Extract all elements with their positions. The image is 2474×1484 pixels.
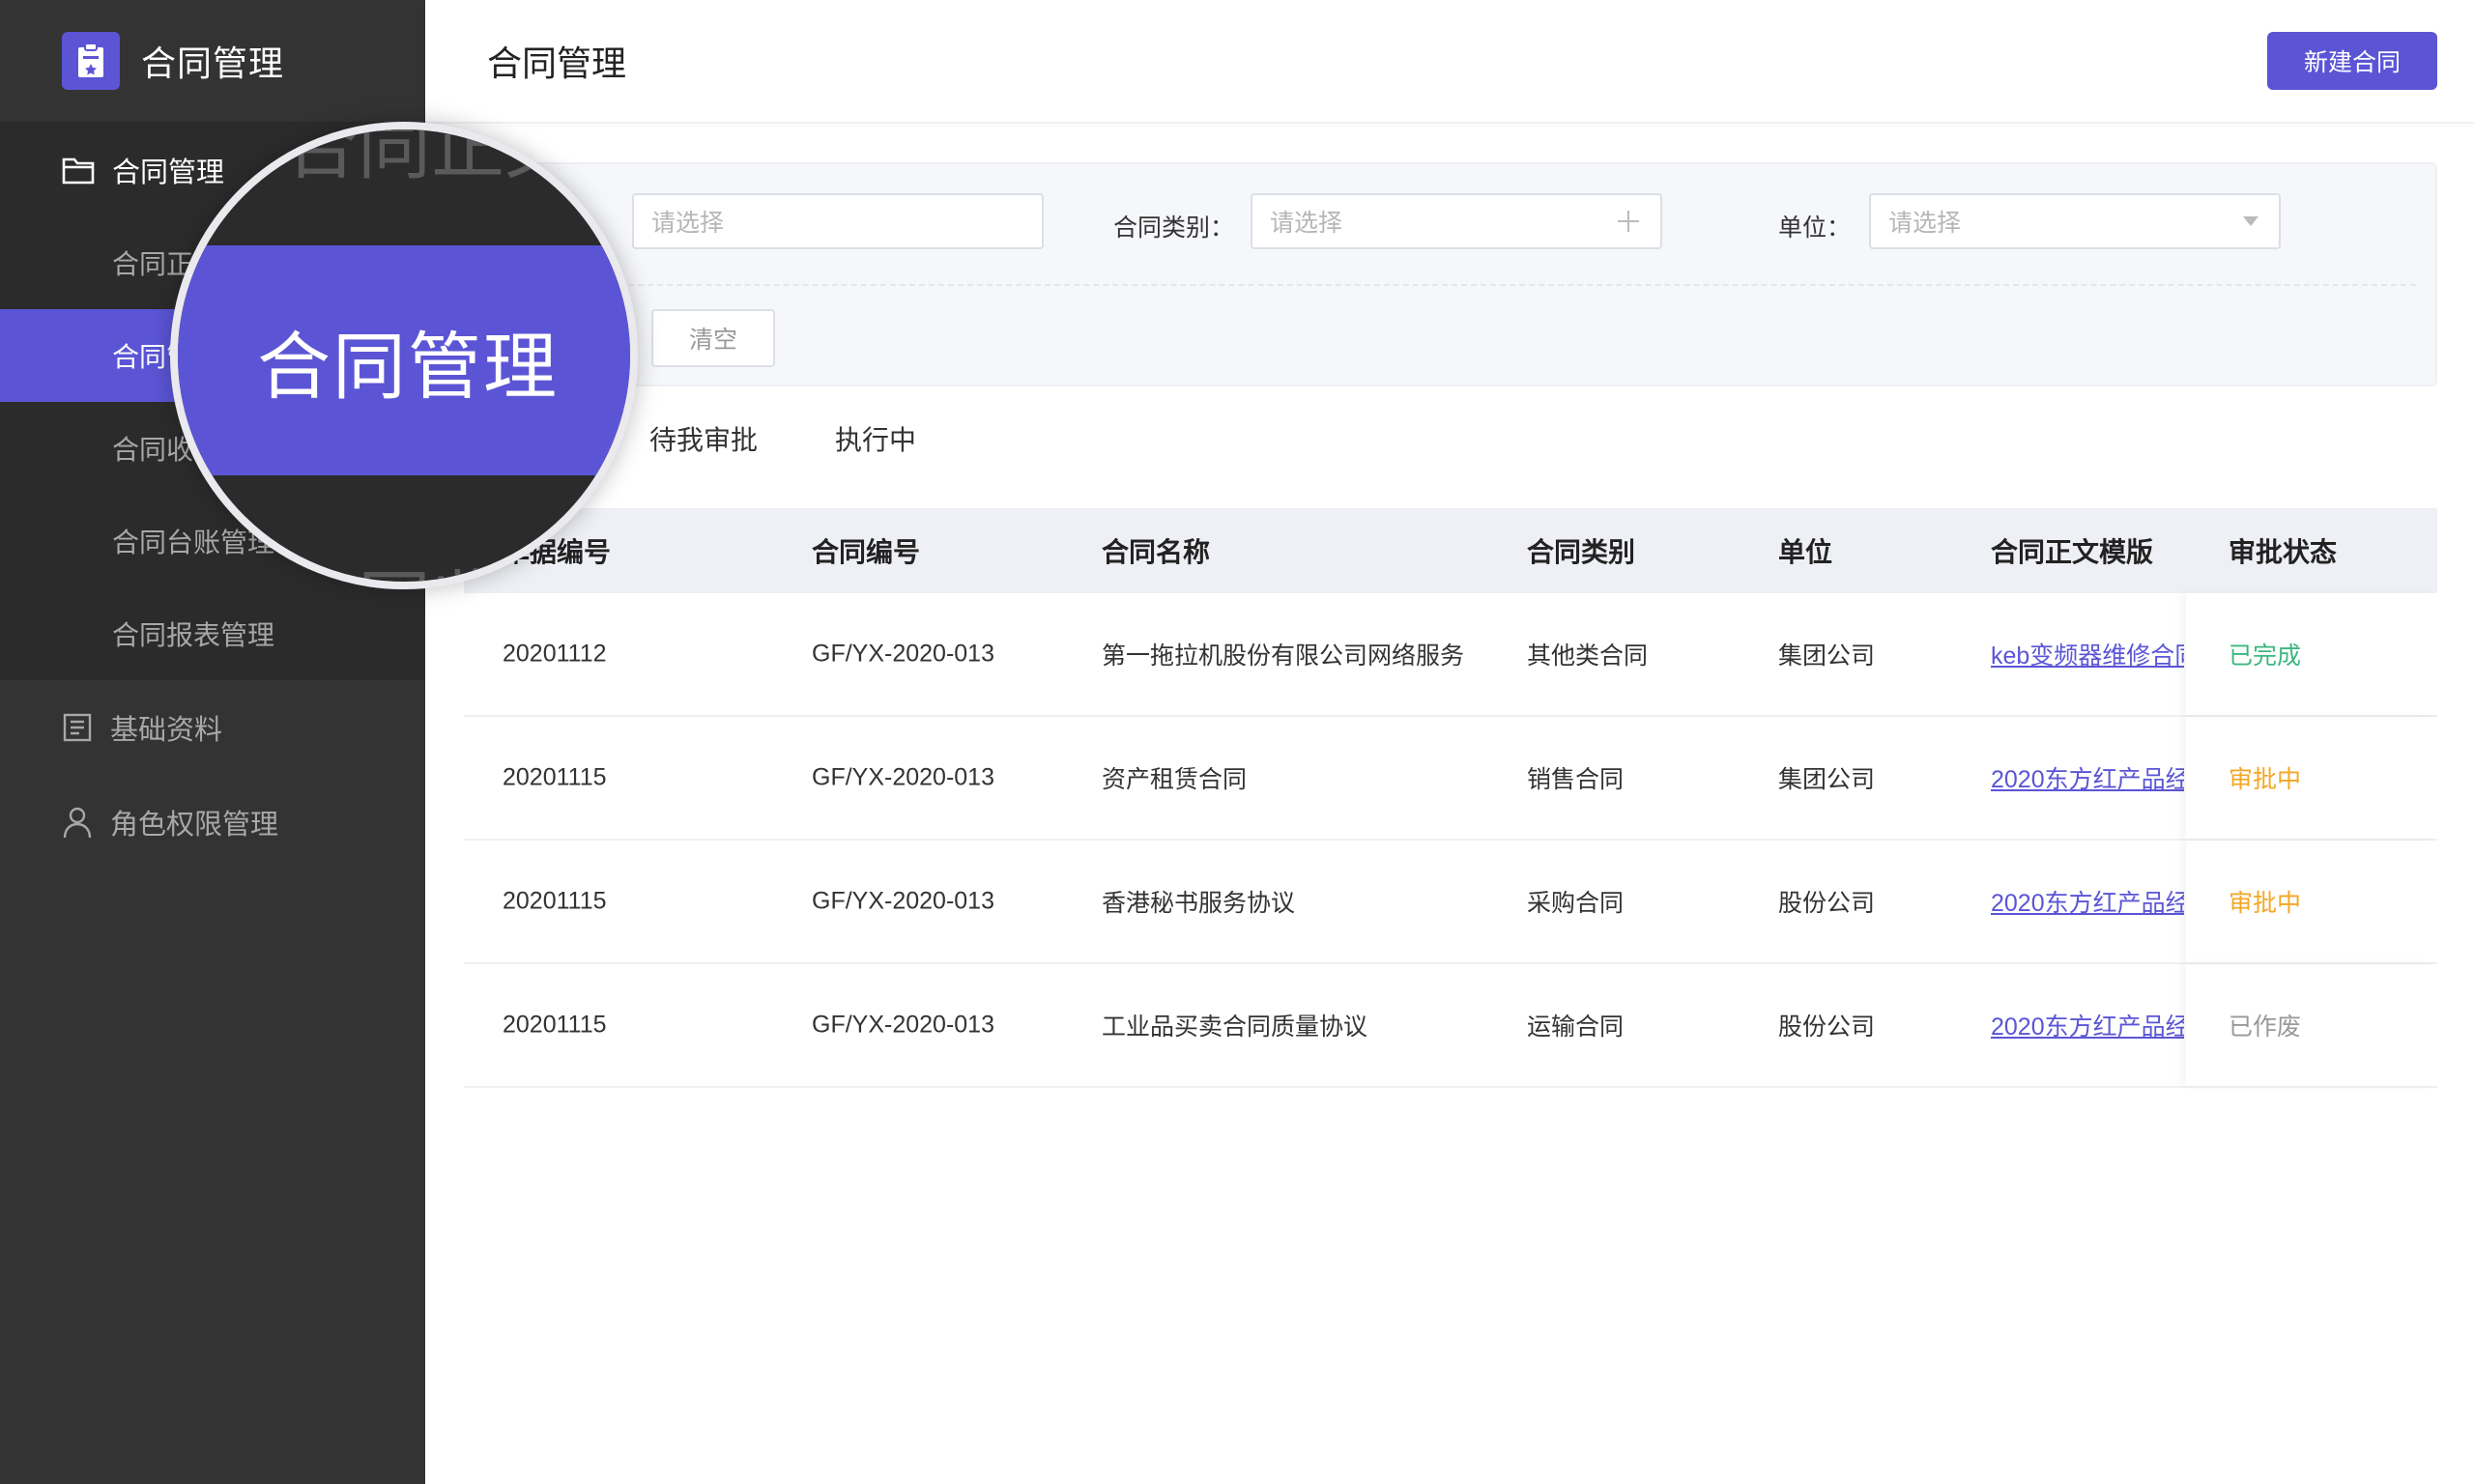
magnifier-ghost-top: 合同正文 [284,122,578,188]
brand-title: 合同管理 [141,43,285,83]
cell-unit: 集团公司 [1778,766,1876,793]
cell-doc-no: 20201112 [503,640,607,668]
user-icon [62,806,93,839]
contract-table: 单据编号 合同编号 合同名称 合同类别 单位 合同正文模版 审批状态 20201… [464,508,2437,1088]
page-title: 合同管理 [487,43,627,83]
status-cell: 已作废 [2186,964,2437,1086]
placeholder: 请选择 [1270,210,1343,237]
sidebar-item-basic-data[interactable]: 基础资料 [0,680,425,775]
magnifier-callout: 合同正文 合同管理 合同收付 [170,122,638,589]
magnifier-text: 合同管理 [257,327,559,409]
category-label: 合同类别： [1113,214,1235,242]
cell-contract-no: GF/YX-2020-013 [812,1011,994,1039]
clipboard-icon [62,32,120,90]
col-category[interactable]: 合同类别 [1527,531,1635,570]
cell-doc-no: 20201115 [503,763,607,791]
cell-contract-name: 工业品买卖合同质量协议 [1102,1013,1368,1041]
cell-contract-no: GF/YX-2020-013 [812,640,994,668]
table-header: 单据编号 合同编号 合同名称 合同类别 单位 合同正文模版 审批状态 [464,508,2437,593]
table-row[interactable]: 20201112 GF/YX-2020-013 第一拖拉机股份有限公司网络服务 … [464,593,2437,717]
table-body: 20201112 GF/YX-2020-013 第一拖拉机股份有限公司网络服务 … [464,593,2437,1088]
sidebar-item-contract-report[interactable]: 合同报表管理 [0,587,425,680]
status-badge: 审批中 [2229,890,2302,917]
cell-template-link[interactable]: keb变频器维修合同 [1991,637,2184,671]
cell-category: 采购合同 [1527,890,1625,917]
cell-contract-name: 第一拖拉机股份有限公司网络服务 [1102,642,1465,670]
caret-down-icon [2242,215,2259,227]
brand: 合同管理 [0,0,425,124]
table-row[interactable]: 20201115 GF/YX-2020-013 资产租赁合同 销售合同 集团公司… [464,717,2437,841]
cell-template-link[interactable]: 2020东方红产品经 [1991,1008,2184,1042]
status-cell: 已完成 [2186,593,2437,715]
cell-doc-no: 20201115 [503,887,607,915]
col-status[interactable]: 审批状态 [2229,531,2337,570]
status-badge: 审批中 [2229,766,2302,793]
placeholder: 请选择 [651,210,725,237]
cell-contract-no: GF/YX-2020-013 [812,763,994,791]
col-template[interactable]: 合同正文模版 [1991,531,2153,570]
menu-head-label: 合同管理 [112,157,225,188]
status-cell: 审批中 [2186,717,2437,839]
category-select[interactable]: 请选择 [1251,193,1662,249]
filter-field1-input[interactable]: 请选择 [632,193,1044,249]
sidebar-item-label: 基础资料 [110,715,223,746]
tab-in-progress[interactable]: 执行中 [835,419,916,458]
cell-category: 其他类合同 [1527,642,1649,670]
cell-unit: 集团公司 [1778,642,1876,670]
cell-unit: 股份公司 [1778,1013,1876,1041]
cell-contract-name: 资产租赁合同 [1102,766,1248,793]
sidebar-item-label: 角色权限管理 [110,810,279,841]
cell-contract-no: GF/YX-2020-013 [812,887,994,915]
tab-pending-approval[interactable]: 待我审批 [649,419,758,458]
status-cell: 审批中 [2186,841,2437,962]
status-badge: 已作废 [2229,1013,2302,1041]
col-unit[interactable]: 单位 [1778,531,1832,570]
table-row[interactable]: 20201115 GF/YX-2020-013 工业品买卖合同质量协议 运输合同… [464,964,2437,1088]
clear-button[interactable]: 清空 [651,309,775,367]
plus-icon[interactable] [1616,209,1641,234]
filter-panel: 请选择 合同类别： 请选择 单位： 请选择 清空 [464,162,2437,386]
cell-category: 销售合同 [1527,766,1625,793]
unit-select[interactable]: 请选择 [1869,193,2281,249]
sidebar-item-roles[interactable]: 角色权限管理 [0,775,425,870]
table-row[interactable]: 20201115 GF/YX-2020-013 香港秘书服务协议 采购合同 股份… [464,841,2437,964]
col-contract-name[interactable]: 合同名称 [1102,531,1210,570]
magnifier-band: 合同管理 [178,245,630,475]
cell-contract-name: 香港秘书服务协议 [1102,890,1296,917]
sidebar-item-label: 合同报表管理 [112,620,275,650]
cell-doc-no: 20201115 [503,1011,607,1039]
col-contract-no[interactable]: 合同编号 [812,531,920,570]
new-contract-button[interactable]: 新建合同 [2267,32,2437,90]
document-icon [62,712,93,743]
cell-category: 运输合同 [1527,1013,1625,1041]
cell-template-link[interactable]: 2020东方红产品经 [1991,760,2184,795]
folder-icon [62,156,95,185]
cell-unit: 股份公司 [1778,890,1876,917]
unit-label: 单位： [1778,214,1852,242]
cell-template-link[interactable]: 2020东方红产品经 [1991,884,2184,919]
divider [493,284,2416,286]
status-badge: 已完成 [2229,642,2302,670]
placeholder: 请选择 [1888,210,1962,237]
page-header: 合同管理 新建合同 [425,0,2474,124]
